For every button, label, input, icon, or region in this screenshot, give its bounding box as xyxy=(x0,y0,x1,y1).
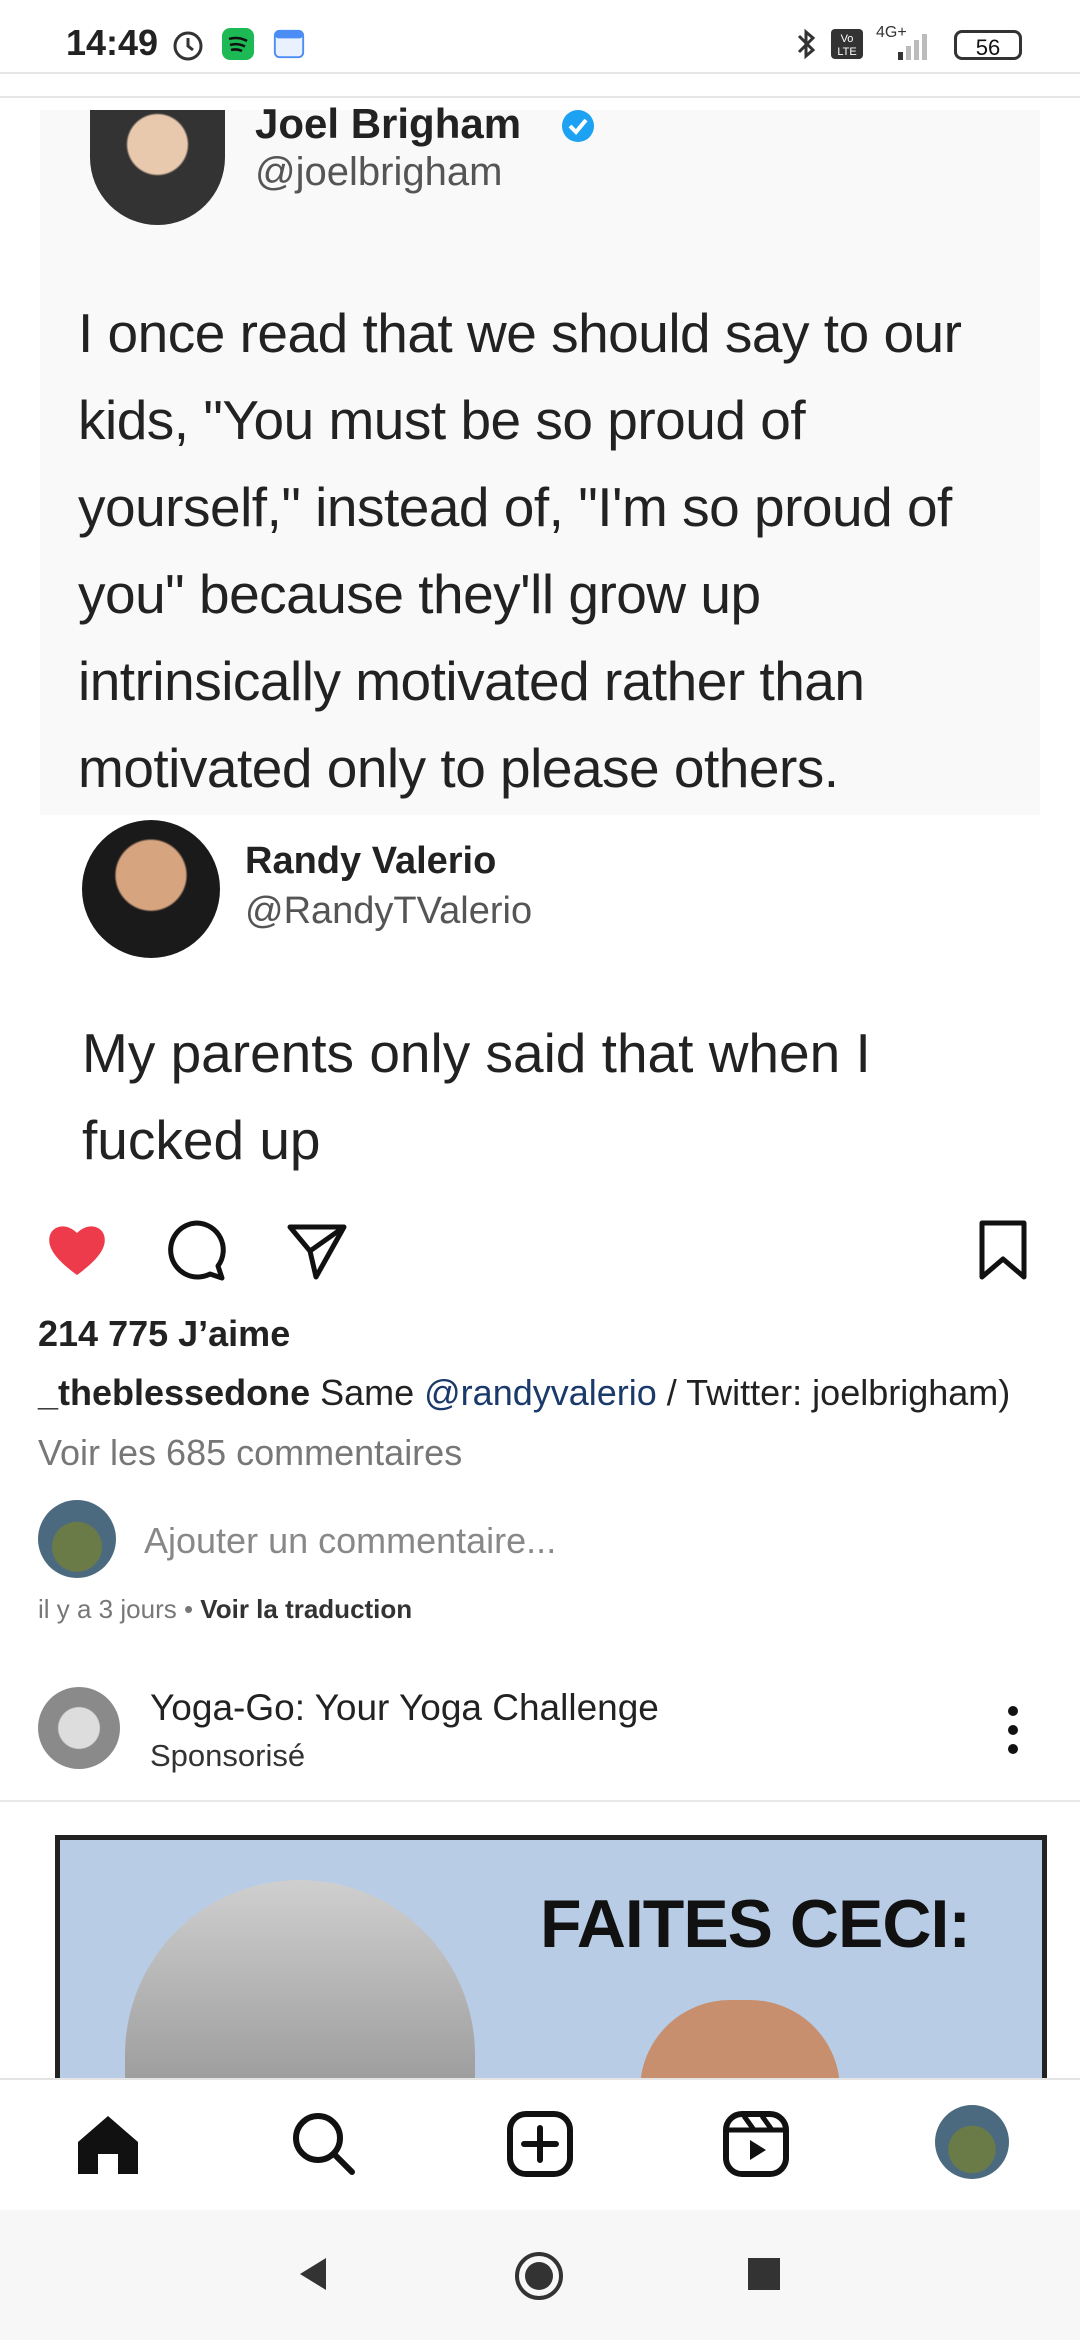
volte-icon: VoLTE xyxy=(831,29,863,59)
bluetooth-icon xyxy=(797,28,816,60)
reels-icon[interactable] xyxy=(720,2108,792,2180)
home-circle-icon[interactable] xyxy=(513,2250,565,2302)
caption-username[interactable]: _theblessedone xyxy=(38,1372,310,1413)
tweet-author-handle: @RandyTValerio xyxy=(245,890,533,932)
comment-icon[interactable] xyxy=(162,1215,232,1285)
spotify-icon xyxy=(222,28,254,60)
recents-icon[interactable] xyxy=(745,2255,783,2293)
tweet-author-handle: @joelbrigham xyxy=(255,150,503,194)
sponsored-label: Sponsorisé xyxy=(150,1738,306,1773)
caption-text: Same xyxy=(310,1372,425,1413)
share-send-icon[interactable] xyxy=(282,1215,352,1285)
bookmark-icon[interactable] xyxy=(968,1215,1038,1285)
calendar-icon xyxy=(273,29,305,59)
tweet-text: I once read that we should say to our ki… xyxy=(78,302,962,799)
search-icon[interactable] xyxy=(288,2108,360,2180)
create-post-icon[interactable] xyxy=(504,2108,576,2180)
divider xyxy=(0,1800,1080,1802)
battery-icon: 56 xyxy=(954,30,1022,60)
meta-separator: • xyxy=(176,1594,201,1624)
alarm-icon xyxy=(173,31,203,61)
translate-link[interactable]: Voir la traduction xyxy=(200,1594,412,1624)
post-caption: _theblessedone Same @randyvalerio / Twit… xyxy=(38,1372,1010,1414)
tweet-text: My parents only said that when I fucked … xyxy=(82,1022,871,1171)
tweet-author-name: Joel Brigham xyxy=(255,100,522,147)
verified-icon xyxy=(562,110,594,142)
post-meta: il y a 3 jours • Voir la traduction xyxy=(38,1594,412,1625)
svg-text:LTE: LTE xyxy=(837,46,856,58)
divider xyxy=(0,96,1080,98)
signal-icon xyxy=(898,34,927,60)
post-time: il y a 3 jours xyxy=(38,1594,177,1624)
back-icon[interactable] xyxy=(292,2252,336,2296)
ad-headline: FAITES CECI: xyxy=(540,1886,971,1962)
like-heart-icon[interactable] xyxy=(42,1215,112,1285)
more-options-icon[interactable] xyxy=(1005,1705,1021,1755)
tweet-author-name: Randy Valerio xyxy=(245,840,497,882)
svg-text:Vo: Vo xyxy=(841,33,854,45)
comment-input[interactable]: Ajouter un commentaire... xyxy=(144,1520,556,1562)
home-icon[interactable] xyxy=(72,2108,144,2180)
profile-avatar[interactable] xyxy=(935,2105,1009,2179)
tweet-avatar-randy xyxy=(82,820,220,958)
caption-mention[interactable]: @randyvalerio xyxy=(424,1372,657,1413)
divider xyxy=(0,72,1080,74)
sponsor-avatar[interactable] xyxy=(38,1687,120,1769)
caption-text-end: / Twitter: joelbrigham) xyxy=(656,1372,1011,1413)
view-comments-link[interactable]: Voir les 685 commentaires xyxy=(38,1432,462,1474)
likes-count[interactable]: 214 775 J’aime xyxy=(38,1313,290,1355)
status-time: 14:49 xyxy=(66,22,159,63)
avatar xyxy=(38,1500,116,1578)
sponsor-name[interactable]: Yoga-Go: Your Yoga Challenge xyxy=(150,1687,659,1729)
